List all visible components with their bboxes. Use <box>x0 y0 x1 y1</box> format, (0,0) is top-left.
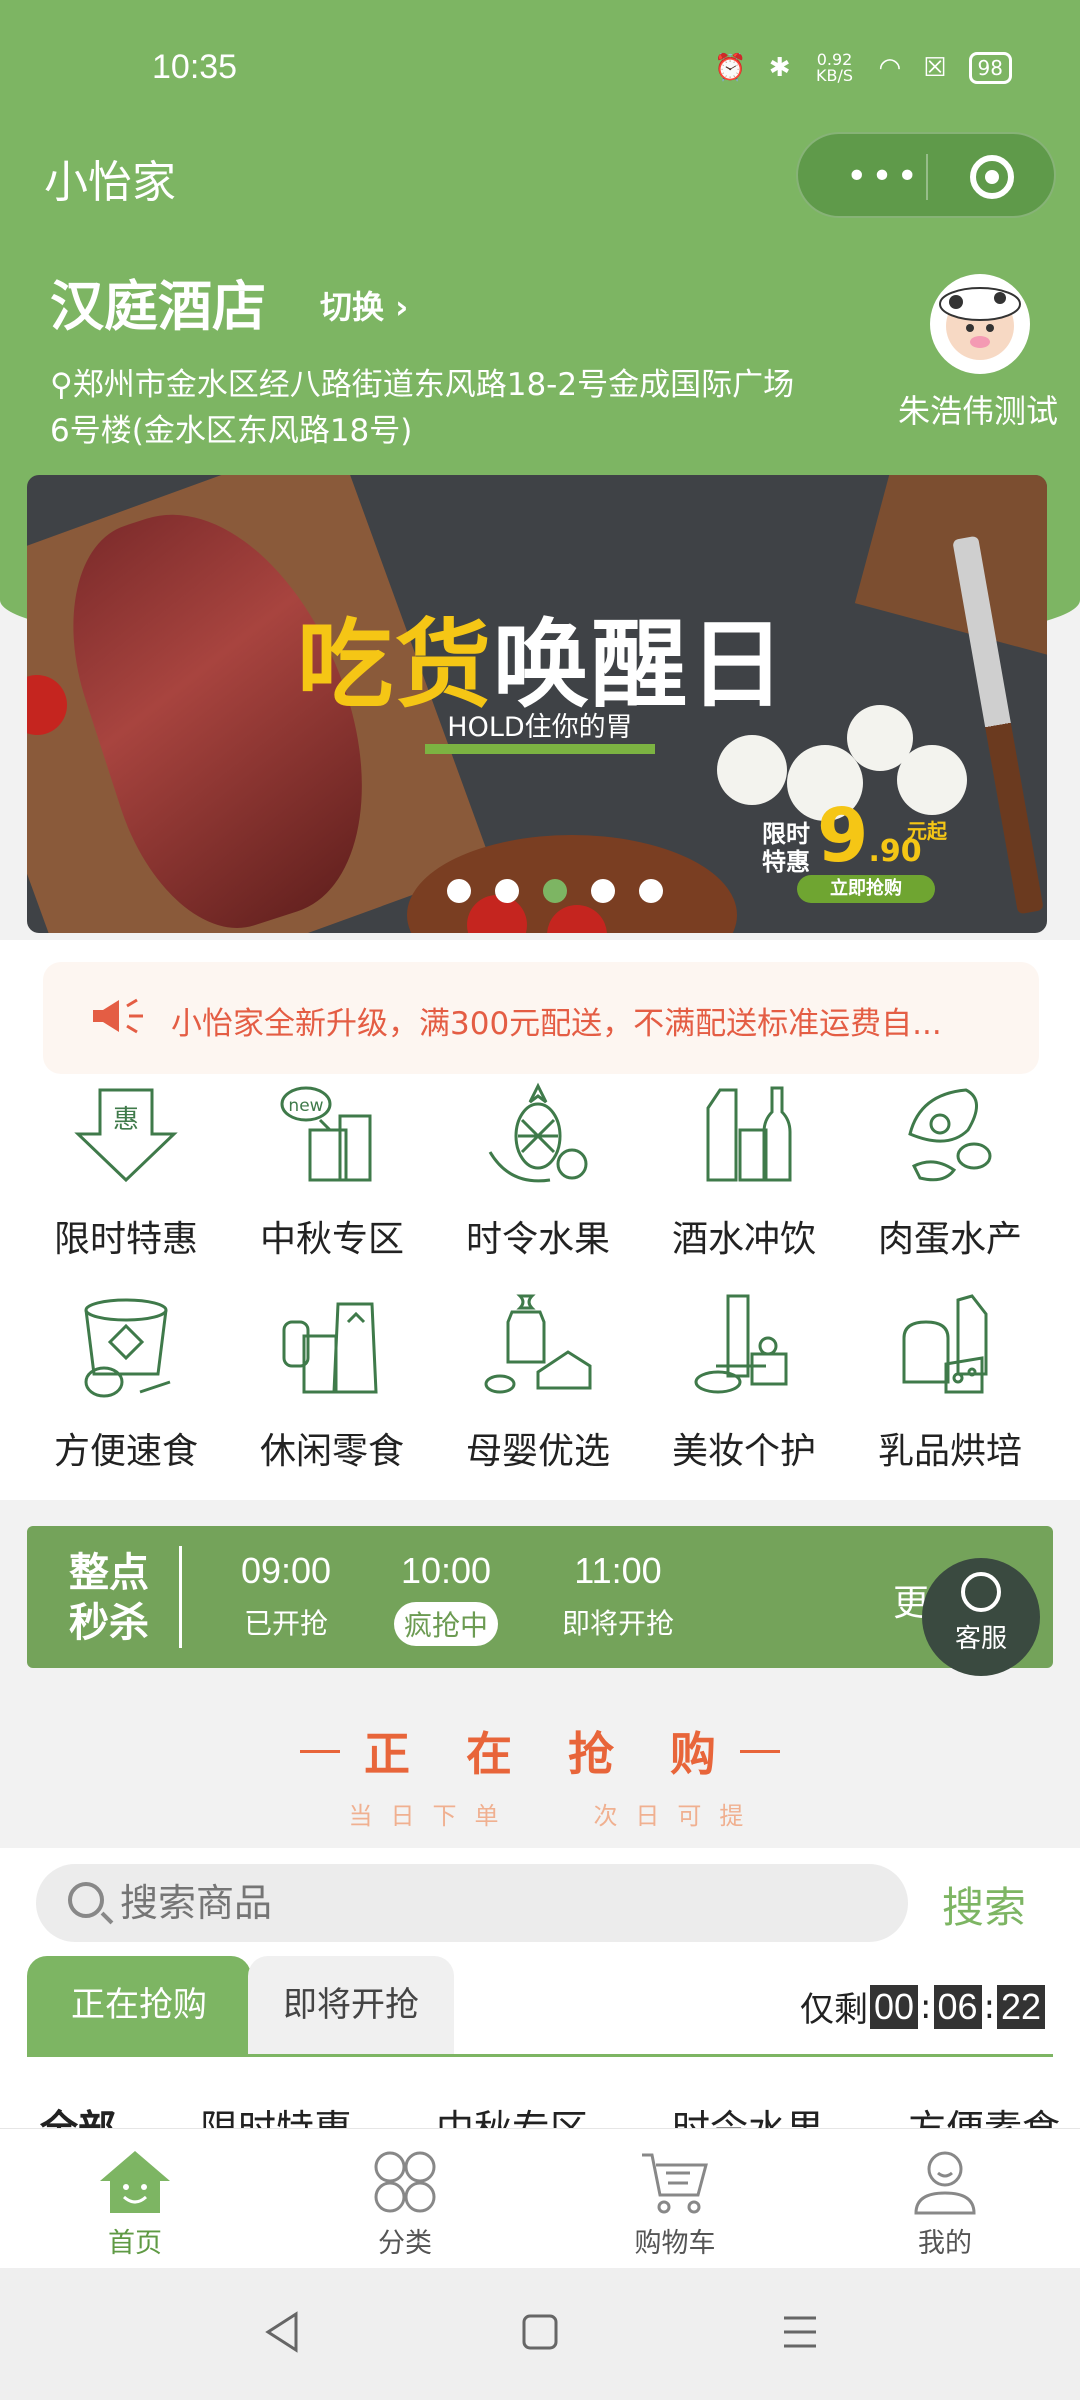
customer-service-button[interactable]: 客服 <box>922 1558 1040 1676</box>
category-icon <box>374 2151 436 2213</box>
menu-icon[interactable] <box>780 2310 820 2354</box>
nav-profile[interactable]: 我的 <box>810 2129 1080 2268</box>
flash-sale-bar[interactable]: 整点 秒杀 09:00 已开抢 10:00 疯抢中 11:00 即将开抢 更多 <box>27 1526 1053 1668</box>
tab-on-sale[interactable]: 正在抢购 <box>27 1956 251 2054</box>
carousel-dot[interactable] <box>639 879 663 903</box>
banner-subtitle: HOLD住你的胃 <box>425 705 655 754</box>
category-item[interactable]: 乳品烘培 <box>847 1292 1053 1482</box>
mini-program-capsule[interactable]: ••• <box>796 132 1056 218</box>
svg-text:惠: 惠 <box>113 1105 139 1135</box>
net-speed: 0.92 KB/S <box>816 50 854 85</box>
search-input[interactable] <box>120 1878 880 1928</box>
carousel-dot[interactable] <box>591 879 615 903</box>
category-item[interactable]: 美妆个护 <box>641 1292 847 1482</box>
countdown-timer: 仅剩 00: 06: 22 <box>800 1982 1046 2031</box>
category-item[interactable]: 惠 限时特惠 <box>23 1080 229 1270</box>
category-item[interactable]: 酒水冲饮 <box>641 1080 847 1270</box>
user-name: 朱浩伟测试 <box>898 392 1059 430</box>
nav-category[interactable]: 分类 <box>270 2129 540 2268</box>
status-bar: 10:35 ⏰ ✱ 0.92 KB/S ◠ ☒ 98 <box>0 48 1080 94</box>
search-icon <box>68 1882 104 1918</box>
system-navigation-bar <box>0 2268 1080 2400</box>
svg-text:new: new <box>288 1096 323 1116</box>
category-item[interactable]: 母婴优选 <box>435 1292 641 1482</box>
sim-icon: ☒ <box>923 53 947 83</box>
store-name: 汉庭酒店 <box>50 275 266 338</box>
close-target-icon[interactable] <box>970 155 1014 199</box>
category-item[interactable]: 休闲零食 <box>229 1292 435 1482</box>
battery-icon: 98 <box>968 52 1012 84</box>
carousel-dot[interactable] <box>447 879 471 903</box>
nav-home[interactable]: 首页 <box>0 2129 270 2268</box>
carousel-dot[interactable] <box>495 879 519 903</box>
flash-slot-active[interactable]: 10:00 疯抢中 <box>371 1550 521 1646</box>
home-icon <box>100 2151 170 2213</box>
search-bar[interactable] <box>36 1864 908 1942</box>
nav-cart[interactable]: 购物车 <box>540 2129 810 2268</box>
megaphone-icon <box>93 998 143 1034</box>
meat-egg-icon <box>908 1088 992 1182</box>
carousel-dot-active[interactable] <box>543 879 567 903</box>
cart-icon <box>642 2153 708 2214</box>
category-item[interactable]: 时令水果 <box>435 1080 641 1270</box>
promo-banner[interactable]: 吃货唤醒日 HOLD住你的胃 限时特惠 9.90 元起 立即抢购 <box>27 475 1047 933</box>
instant-noodle-icon <box>84 1298 171 1398</box>
category-grid: 惠 限时特惠 new 中秋专区 时令水果 酒水冲饮 肉蛋水产 方便速食 休闲零食… <box>23 1080 1057 1482</box>
category-item[interactable]: new 中秋专区 <box>229 1080 435 1270</box>
banner-cta-button[interactable]: 立即抢购 <box>797 875 935 903</box>
store-address: ⚲郑州市金水区经八路街道东风路18-2号金成国际广场6号楼(金水区东风路18号) <box>50 367 795 449</box>
banner-price: 9.90 <box>817 793 922 879</box>
status-time: 10:35 <box>152 48 238 86</box>
search-button[interactable]: 搜索 <box>942 1874 1026 1935</box>
carousel-dots[interactable] <box>447 879 663 903</box>
dairy-bread-icon <box>902 1294 988 1394</box>
baby-bottle-icon <box>484 1294 592 1394</box>
category-item[interactable]: 肉蛋水产 <box>847 1080 1053 1270</box>
back-icon[interactable] <box>262 2310 302 2354</box>
headset-icon <box>961 1572 1001 1612</box>
app-title: 小怡家 <box>44 157 176 208</box>
flash-sale-label: 整点 秒杀 <box>69 1550 149 1646</box>
announcement-bar[interactable]: 小怡家全新升级，满300元配送，不满配送标准运费自... <box>43 962 1039 1074</box>
cosmetics-icon <box>694 1294 788 1394</box>
profile-icon <box>914 2151 976 2215</box>
tab-coming-soon[interactable]: 即将开抢 <box>248 1956 454 2054</box>
bottom-navigation: 首页 分类 购物车 我的 <box>0 2128 1080 2268</box>
home-square-icon[interactable] <box>520 2310 560 2354</box>
announcement-text: 小怡家全新升级，满300元配送，不满配送标准运费自... <box>171 1006 942 1042</box>
wifi-icon: ◠ <box>878 53 902 83</box>
snack-icon <box>282 1302 378 1394</box>
fruit-icon <box>488 1082 588 1183</box>
new-gift-icon: new <box>280 1086 372 1182</box>
flash-slot[interactable]: 11:00 即将开抢 <box>543 1550 693 1642</box>
category-item[interactable]: 方便速食 <box>23 1292 229 1482</box>
flash-slot[interactable]: 09:00 已开抢 <box>211 1550 361 1642</box>
avatar[interactable] <box>930 274 1030 374</box>
location-pin-icon: ⚲ <box>50 367 73 403</box>
banner-price-unit: 元起 <box>907 819 947 843</box>
chevron-right-icon: › <box>395 288 409 326</box>
bluetooth-icon: ✱ <box>768 53 791 83</box>
section-title: 正在抢购 当日下单 次日可提 <box>0 1718 1080 1831</box>
switch-store-button[interactable]: 切换 › <box>320 282 408 328</box>
drink-bottles-icon <box>706 1086 792 1182</box>
alarm-icon: ⏰ <box>714 53 747 83</box>
discount-tag-icon: 惠 <box>74 1088 178 1183</box>
more-dots-icon[interactable]: ••• <box>834 156 934 197</box>
